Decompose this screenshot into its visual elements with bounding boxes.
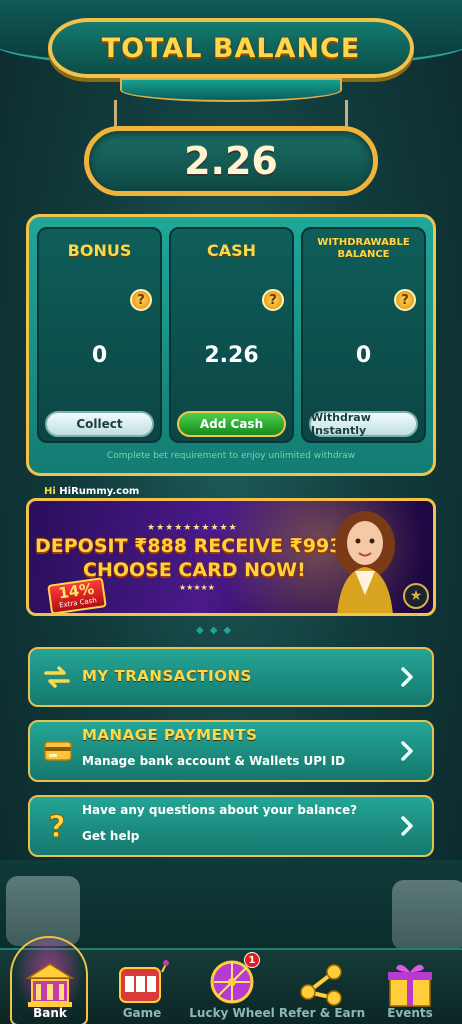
add-cash-button[interactable]: Add Cash xyxy=(177,411,286,437)
dice-decoration-right xyxy=(392,880,462,950)
nav-lucky-wheel-label: Lucky Wheel xyxy=(189,1006,275,1020)
star-icon: ★ xyxy=(403,583,429,609)
nav-bank-label: Bank xyxy=(33,1006,67,1020)
page-title: TOTAL BALANCE xyxy=(101,32,361,64)
nav-game[interactable]: Game xyxy=(96,950,188,1024)
nav-lucky-wheel[interactable]: 1 Lucky Wheel xyxy=(186,950,278,1024)
get-help-row[interactable]: ? Have any questions about your balance?… xyxy=(28,795,434,857)
question-icon: ? xyxy=(48,811,66,841)
my-transactions-label: MY TRANSACTIONS xyxy=(82,667,252,685)
cash-label: CASH xyxy=(206,241,257,260)
help-question: Have any questions about your balance? xyxy=(82,803,358,817)
brand-hi: Hi xyxy=(44,486,56,497)
promo-banner[interactable]: ★★★★★★★★★★ DEPOSIT ₹888 RECEIVE ₹993 CHO… xyxy=(26,498,436,616)
chevron-right-icon xyxy=(401,741,413,761)
share-icon xyxy=(300,964,342,1006)
cash-card: CASH ? 2.26 Add Cash xyxy=(169,227,294,443)
nav-bank[interactable]: Bank xyxy=(4,950,96,1024)
banner-stars-bottom: ★★★★★ xyxy=(179,583,215,592)
banner-subheadline: CHOOSE CARD NOW! xyxy=(83,559,306,581)
withdrawable-card: WITHDRAWABLE BALANCE ? 0 Withdraw Instan… xyxy=(301,227,426,443)
chevron-right-icon xyxy=(401,816,413,836)
wallet-panel: BONUS ? 0 Collect CASH ? 2.26 Add Cash W… xyxy=(26,214,436,476)
nav-events-label: Events xyxy=(387,1006,433,1020)
withdrawable-help-icon[interactable]: ? xyxy=(394,289,416,311)
brand-name: HiRummy.com xyxy=(59,486,140,497)
lucky-wheel-badge: 1 xyxy=(244,952,260,968)
plate-chain-left xyxy=(114,100,117,128)
promo-character-illustration xyxy=(335,511,395,613)
withdraw-instantly-button[interactable]: Withdraw Instantly xyxy=(309,411,418,437)
bottom-navigation: Bank Game 1 Lucky Wheel Refer & Earn Eve… xyxy=(0,936,462,1024)
manage-payments-label: MANAGE PAYMENTS xyxy=(82,726,258,744)
nav-events[interactable]: Events xyxy=(364,950,456,1024)
cash-help-icon[interactable]: ? xyxy=(262,289,284,311)
banner-stars-top: ★★★★★★★★★★ xyxy=(147,523,238,533)
chevron-right-icon xyxy=(401,667,413,687)
my-transactions-row[interactable]: MY TRANSACTIONS xyxy=(28,647,434,707)
collect-button[interactable]: Collect xyxy=(45,411,154,437)
nav-refer-earn-label: Refer & Earn xyxy=(278,1006,366,1020)
svg-text:?: ? xyxy=(48,811,65,841)
card-icon xyxy=(44,741,72,761)
withdraw-note: Complete bet requirement to enjoy unlimi… xyxy=(106,451,356,461)
cash-value: 2.26 xyxy=(204,343,259,368)
nav-game-label: Game xyxy=(122,1006,162,1020)
total-balance-value: 2.26 xyxy=(184,139,278,183)
bank-icon xyxy=(25,963,75,1007)
withdrawable-label: WITHDRAWABLE BALANCE xyxy=(317,237,410,260)
bonus-help-icon[interactable]: ? xyxy=(130,289,152,311)
bonus-value: 0 xyxy=(91,343,108,368)
manage-payments-subtitle: Manage bank account & Wallets UPI ID xyxy=(82,754,346,768)
bonus-card: BONUS ? 0 Collect xyxy=(37,227,162,443)
title-dish xyxy=(120,78,342,102)
brand-logo: Hi HiRummy.com xyxy=(44,486,139,497)
plate-chain-right xyxy=(345,100,348,128)
extra-cash-tag: 14% Extra Cash xyxy=(47,577,107,613)
total-balance-plate: TOTAL BALANCE xyxy=(48,18,414,78)
withdrawable-value: 0 xyxy=(355,343,372,368)
total-balance-display: 2.26 xyxy=(84,126,378,196)
bonus-label: BONUS xyxy=(67,241,132,260)
slot-machine-icon xyxy=(119,960,169,1003)
gift-icon xyxy=(388,964,432,1007)
nav-refer-earn[interactable]: Refer & Earn xyxy=(276,950,368,1024)
transfer-arrows-icon xyxy=(44,666,70,688)
manage-payments-row[interactable]: MANAGE PAYMENTS Manage bank account & Wa… xyxy=(28,720,434,782)
decorative-diamonds: ◆◆◆ xyxy=(196,625,238,636)
get-help-label: Get help xyxy=(82,829,140,843)
banner-headline: DEPOSIT ₹888 RECEIVE ₹993 xyxy=(35,535,343,557)
